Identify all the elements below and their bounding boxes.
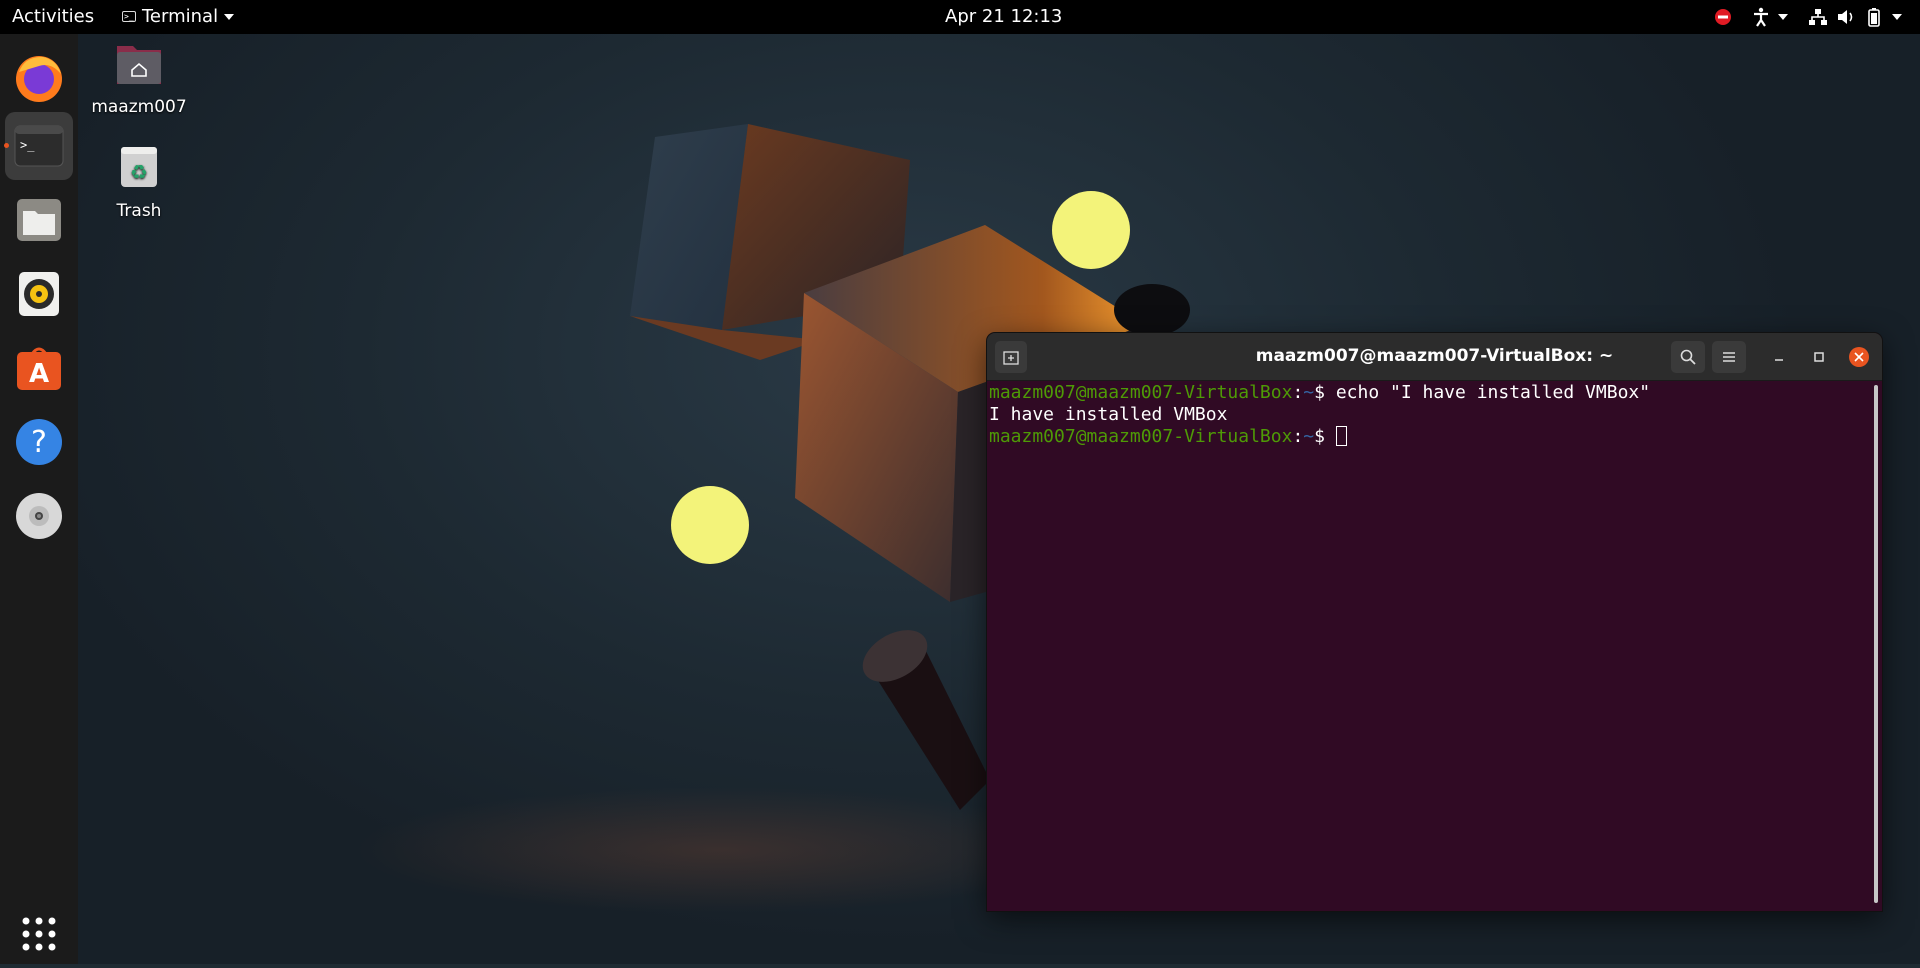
accessibility-icon bbox=[1754, 7, 1768, 27]
prompt-user: maazm007@maazm007-VirtualBox bbox=[989, 426, 1293, 447]
text-cursor bbox=[1335, 426, 1347, 446]
new-tab-button[interactable] bbox=[995, 341, 1027, 373]
terminal-line: I have installed VMBox bbox=[989, 404, 1880, 426]
show-applications-button[interactable] bbox=[5, 900, 73, 968]
dock-rhythmbox[interactable] bbox=[5, 260, 73, 328]
close-icon bbox=[1849, 347, 1869, 367]
dock-firefox[interactable] bbox=[5, 44, 73, 112]
search-icon bbox=[1680, 349, 1696, 365]
maximize-icon bbox=[1814, 352, 1824, 362]
terminal-small-icon: >_ bbox=[122, 11, 136, 22]
top-bar: Activities >_ Terminal Apr 21 12:13 bbox=[0, 0, 1920, 34]
firefox-icon bbox=[16, 56, 62, 102]
home-folder-label: maazm007 bbox=[91, 97, 187, 117]
files-icon bbox=[17, 199, 61, 241]
desktop-trash[interactable]: ♻ Trash bbox=[84, 144, 194, 221]
command-text: echo "I have installed VMBox" bbox=[1335, 382, 1651, 403]
terminal-window: maazm007@maazm007-VirtualBox: ~ maazm007… bbox=[987, 333, 1882, 911]
prompt-user: maazm007@maazm007-VirtualBox bbox=[989, 382, 1293, 403]
system-tray bbox=[1714, 7, 1902, 27]
clock[interactable]: Apr 21 12:13 bbox=[945, 6, 1062, 27]
running-indicator bbox=[4, 143, 9, 148]
dock-terminal[interactable]: >_ bbox=[4, 112, 73, 180]
chevron-down-icon bbox=[1778, 14, 1788, 20]
terminal-icon: >_ bbox=[14, 125, 64, 167]
dock: >_ A ? bbox=[0, 34, 78, 964]
prompt-symbol: $ bbox=[1314, 426, 1336, 447]
close-button[interactable] bbox=[1842, 341, 1876, 373]
minimize-icon bbox=[1775, 359, 1783, 361]
activities-button[interactable]: Activities bbox=[12, 6, 94, 27]
command-output: I have installed VMBox bbox=[989, 404, 1228, 425]
help-icon: ? bbox=[16, 419, 62, 465]
volume-icon bbox=[1838, 10, 1853, 24]
terminal-output[interactable]: maazm007@maazm007-VirtualBox:~$ echo "I … bbox=[987, 381, 1882, 911]
trash-icon: ♻ bbox=[121, 147, 157, 187]
prompt-separator: : bbox=[1292, 382, 1304, 403]
prompt-path: ~ bbox=[1303, 382, 1315, 403]
dock-files[interactable] bbox=[5, 186, 73, 254]
svg-text:♻: ♻ bbox=[130, 160, 148, 184]
chevron-down-icon bbox=[224, 13, 235, 20]
svg-text:>_: >_ bbox=[20, 138, 35, 152]
prompt-path: ~ bbox=[1303, 426, 1315, 447]
new-tab-icon bbox=[1003, 351, 1019, 365]
dock-help[interactable]: ? bbox=[5, 408, 73, 476]
show-applications-icon bbox=[22, 917, 56, 951]
battery-icon bbox=[1868, 8, 1880, 27]
svg-text:A: A bbox=[29, 359, 49, 389]
hamburger-icon bbox=[1723, 352, 1735, 362]
dock-ubuntu-software[interactable]: A bbox=[5, 334, 73, 402]
prompt-symbol: $ bbox=[1314, 382, 1336, 403]
terminal-line: maazm007@maazm007-VirtualBox:~$ bbox=[989, 426, 1880, 448]
minimize-button[interactable] bbox=[1762, 341, 1796, 373]
trash-label: Trash bbox=[116, 201, 162, 221]
scrollbar[interactable] bbox=[1874, 385, 1878, 903]
rhythmbox-icon bbox=[19, 272, 59, 316]
search-button[interactable] bbox=[1671, 341, 1705, 373]
app-menu[interactable]: >_ Terminal bbox=[122, 6, 235, 27]
dvd-icon bbox=[16, 493, 62, 539]
svg-text:?: ? bbox=[31, 425, 47, 460]
window-title: maazm007@maazm007-VirtualBox: ~ bbox=[1255, 346, 1614, 366]
app-menu-label: Terminal bbox=[142, 6, 219, 27]
network-icon bbox=[1809, 9, 1827, 25]
dock-dvd[interactable] bbox=[5, 482, 73, 550]
desktop-home-folder[interactable]: maazm007 bbox=[84, 40, 194, 117]
prompt-separator: : bbox=[1292, 426, 1304, 447]
accessibility-menu[interactable] bbox=[1752, 7, 1788, 27]
home-folder-icon bbox=[117, 46, 161, 84]
chevron-down-icon bbox=[1892, 14, 1902, 20]
menu-button[interactable] bbox=[1712, 341, 1746, 373]
terminal-line: maazm007@maazm007-VirtualBox:~$ echo "I … bbox=[989, 382, 1880, 404]
maximize-button[interactable] bbox=[1802, 341, 1836, 373]
do-not-disturb-icon[interactable] bbox=[1714, 8, 1732, 26]
system-menu[interactable] bbox=[1808, 7, 1902, 27]
terminal-header-bar[interactable]: maazm007@maazm007-VirtualBox: ~ bbox=[987, 333, 1882, 381]
ubuntu-software-icon: A bbox=[17, 347, 61, 390]
